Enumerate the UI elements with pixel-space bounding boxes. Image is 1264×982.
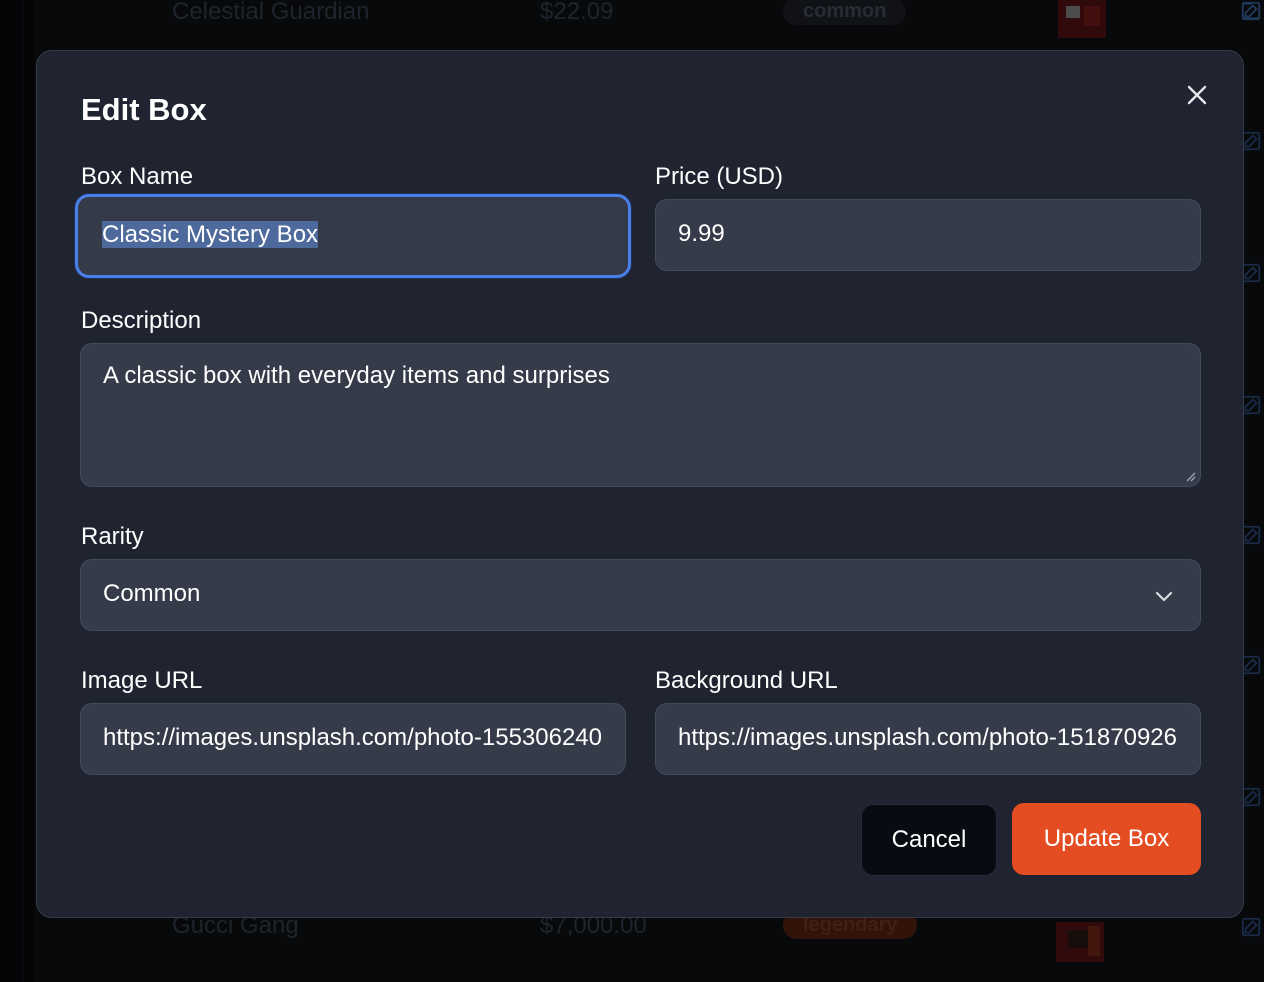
price-input[interactable]: 9.99 <box>655 199 1201 271</box>
description-textarea[interactable]: A classic box with everyday items and su… <box>80 343 1201 487</box>
dialog-title: Edit Box <box>81 92 207 127</box>
background-url-input[interactable]: https://images.unsplash.com/photo-151870… <box>655 703 1201 775</box>
image-url-value: https://images.unsplash.com/photo-155306… <box>103 724 603 751</box>
update-box-button[interactable]: Update Box <box>1012 803 1201 875</box>
background-url-label: Background URL <box>655 667 838 694</box>
rarity-select[interactable]: Common <box>80 559 1201 631</box>
edit-box-dialog: Edit Box Box Name Classic Mystery Box Pr… <box>36 50 1244 918</box>
chevron-down-icon <box>1155 591 1173 602</box>
close-icon <box>1187 85 1207 105</box>
description-value: A classic box with everyday items and su… <box>103 362 610 389</box>
rarity-label: Rarity <box>81 523 144 550</box>
close-button[interactable] <box>1183 81 1211 109</box>
image-url-label: Image URL <box>81 667 203 694</box>
box-name-value: Classic Mystery Box <box>102 221 319 248</box>
box-name-input[interactable]: Classic Mystery Box <box>75 194 631 278</box>
resize-grip-icon[interactable] <box>1184 470 1196 482</box>
price-label: Price (USD) <box>655 163 784 190</box>
box-name-label: Box Name <box>81 163 194 190</box>
image-url-input[interactable]: https://images.unsplash.com/photo-155306… <box>80 703 626 775</box>
cancel-button[interactable]: Cancel <box>861 804 997 876</box>
background-url-value: https://images.unsplash.com/photo-151870… <box>678 724 1178 751</box>
description-label: Description <box>81 307 202 334</box>
rarity-selected-value: Common <box>103 580 201 607</box>
price-value: 9.99 <box>678 220 725 247</box>
